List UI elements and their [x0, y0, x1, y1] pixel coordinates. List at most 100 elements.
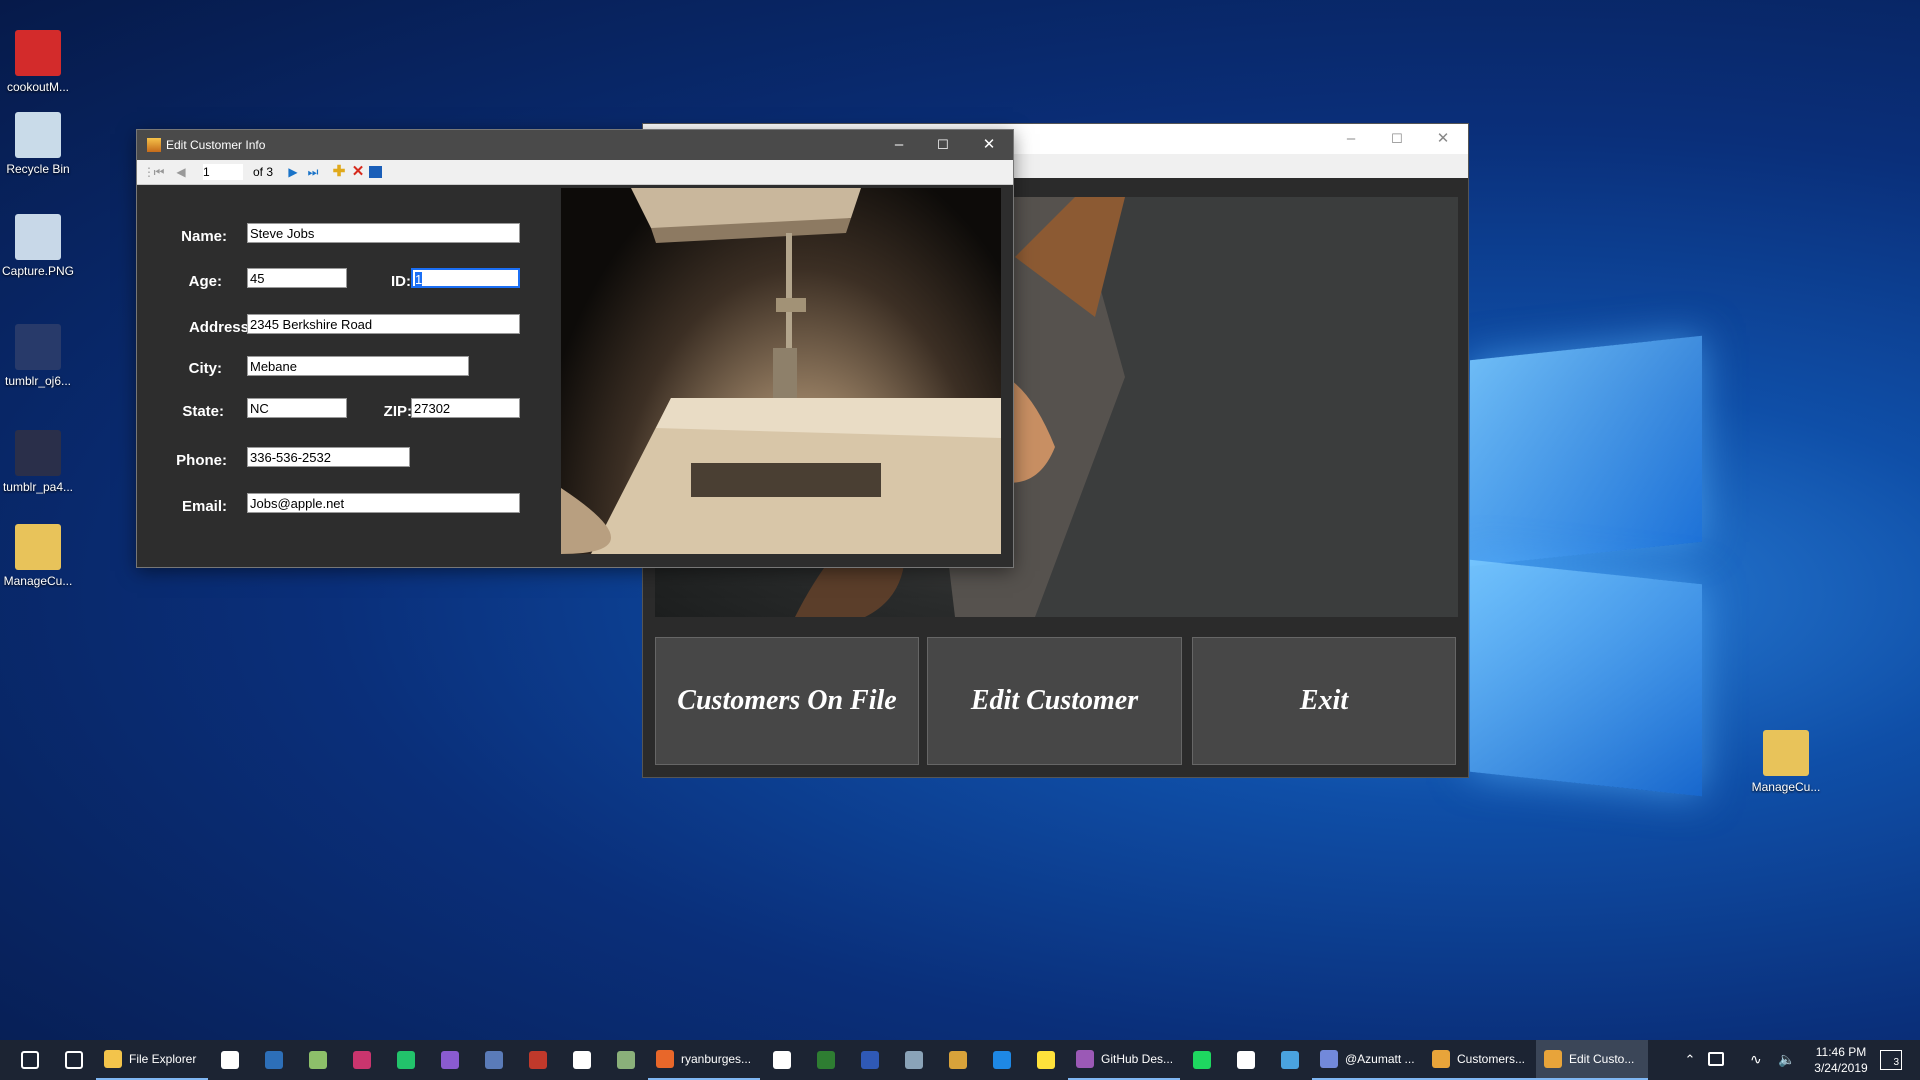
- taskbar-item[interactable]: Customers...: [1424, 1040, 1536, 1080]
- powershell-icon: [265, 1051, 283, 1069]
- taskbar-item[interactable]: [892, 1040, 936, 1080]
- taskbar-item[interactable]: [980, 1040, 1024, 1080]
- taskbar-item[interactable]: [848, 1040, 892, 1080]
- system-clock[interactable]: 11:46 PM 3/24/2019: [1806, 1044, 1876, 1076]
- desktop-icon[interactable]: ManageCu...: [1748, 730, 1824, 794]
- taskbar-item[interactable]: [804, 1040, 848, 1080]
- city-field[interactable]: Mebane: [247, 356, 469, 376]
- app-window-icon: [1544, 1050, 1562, 1068]
- taskbar-item[interactable]: [1180, 1040, 1224, 1080]
- desktop-icon[interactable]: Capture.PNG: [0, 214, 76, 278]
- desktop-icon[interactable]: tumblr_oj6...: [0, 324, 76, 388]
- taskbar-item[interactable]: [428, 1040, 472, 1080]
- age-field[interactable]: 45: [247, 268, 347, 288]
- taskbar-item-label: @Azumatt ...: [1345, 1052, 1415, 1066]
- sql-server-icon: [485, 1051, 503, 1069]
- taskbar-item[interactable]: [936, 1040, 980, 1080]
- taskbar-item[interactable]: [516, 1040, 560, 1080]
- taskbar-item[interactable]: Edit Custo...: [1536, 1040, 1648, 1080]
- spotify-icon: [1193, 1051, 1211, 1069]
- desktop-icon-label: ManageCu...: [1751, 780, 1821, 794]
- wifi-icon[interactable]: ∿: [1750, 1050, 1766, 1068]
- battery-icon[interactable]: [1708, 1052, 1724, 1066]
- taskbar-item[interactable]: [1268, 1040, 1312, 1080]
- move-last-icon[interactable]: ⏭: [305, 164, 321, 180]
- taskbar-item[interactable]: [8, 1040, 52, 1080]
- desktop-icon[interactable]: Recycle Bin: [0, 112, 76, 176]
- edit-customer-window[interactable]: Edit Customer Info – ☐ ✕ ⋮ ⏮ ◀ 1 of 3 ▶ …: [137, 130, 1013, 567]
- project-icon: [817, 1051, 835, 1069]
- move-next-icon[interactable]: ▶: [285, 164, 301, 180]
- github-desktop-icon: [1076, 1050, 1094, 1068]
- dosbox-icon: [949, 1051, 967, 1069]
- customers-on-file-button[interactable]: Customers On File: [655, 637, 919, 765]
- close-icon[interactable]: ✕: [1421, 128, 1465, 150]
- desktop-icon[interactable]: ManageCu...: [0, 524, 76, 588]
- maximize-icon[interactable]: ☐: [921, 134, 965, 156]
- state-label: State:: [182, 403, 224, 420]
- desktop-icon-label: Recycle Bin: [6, 162, 70, 176]
- email-field[interactable]: Jobs@apple.net: [247, 493, 520, 513]
- taskbar-item[interactable]: [1024, 1040, 1068, 1080]
- taskbar-item[interactable]: [52, 1040, 96, 1080]
- taskbar-item[interactable]: [208, 1040, 252, 1080]
- pycharm-icon: [397, 1051, 415, 1069]
- taskbar-item[interactable]: [340, 1040, 384, 1080]
- taskbar-item[interactable]: GitHub Des...: [1068, 1040, 1180, 1080]
- customer-photo: [561, 188, 1001, 554]
- taskbar-item[interactable]: [1224, 1040, 1268, 1080]
- taskbar-item-label: Customers...: [1457, 1052, 1526, 1066]
- taskbar-item[interactable]: [384, 1040, 428, 1080]
- id-field[interactable]: 1: [411, 268, 520, 288]
- video-file-icon: [15, 324, 61, 370]
- access-icon: [529, 1051, 547, 1069]
- notification-center-icon[interactable]: 3: [1880, 1050, 1902, 1070]
- name-field[interactable]: Steve Jobs: [247, 223, 520, 243]
- minimize-icon[interactable]: –: [1329, 128, 1373, 150]
- clock-date: 3/24/2019: [1814, 1061, 1868, 1075]
- window-title: Edit Customer Info: [166, 138, 266, 152]
- taskbar-item[interactable]: [560, 1040, 604, 1080]
- desktop-icon[interactable]: cookoutM...: [0, 30, 76, 94]
- move-first-icon[interactable]: ⏮: [151, 164, 167, 180]
- taskbar-item[interactable]: File Explorer: [96, 1040, 208, 1080]
- add-new-icon[interactable]: ✚: [331, 164, 347, 180]
- minimize-icon[interactable]: –: [877, 134, 921, 156]
- desktop-icon-label: Capture.PNG: [1, 264, 75, 278]
- address-label: Address:: [188, 319, 254, 336]
- taskbar-item[interactable]: [604, 1040, 648, 1080]
- maximize-icon[interactable]: ☐: [1375, 128, 1419, 150]
- taskbar: File Explorer ryanburges... GitHub Des... @…: [0, 1040, 1920, 1080]
- zip-folder-icon: [1763, 730, 1809, 776]
- position-input[interactable]: 1: [203, 164, 243, 180]
- save-icon[interactable]: [369, 166, 382, 178]
- calculator-icon: [773, 1051, 791, 1069]
- task-view-icon: [65, 1051, 83, 1069]
- visual-studio-icon: [441, 1051, 459, 1069]
- taskbar-item[interactable]: ryanburges...: [648, 1040, 760, 1080]
- clock-time: 11:46 PM: [1815, 1045, 1867, 1059]
- address-field[interactable]: 2345 Berkshire Road: [247, 314, 520, 334]
- taskbar-item[interactable]: [472, 1040, 516, 1080]
- edit-window-titlebar[interactable]: Edit Customer Info – ☐ ✕: [137, 130, 1013, 160]
- edit-customer-button[interactable]: Edit Customer: [927, 637, 1182, 765]
- taskbar-item-label: ryanburges...: [681, 1052, 752, 1066]
- zip-field[interactable]: 27302: [411, 398, 520, 418]
- desktop-icon-label: ManageCu...: [3, 574, 73, 588]
- taskbar-item[interactable]: [252, 1040, 296, 1080]
- desktop-icon[interactable]: tumblr_pa4...: [0, 430, 76, 494]
- phone-field[interactable]: 336-536-2532: [247, 447, 410, 467]
- taskbar-item[interactable]: @Azumatt ...: [1312, 1040, 1424, 1080]
- app-window-icon: [147, 138, 161, 152]
- taskbar-item[interactable]: [296, 1040, 340, 1080]
- desktop-icon-label: cookoutM...: [6, 80, 70, 94]
- move-previous-icon[interactable]: ◀: [173, 164, 189, 180]
- delete-icon[interactable]: ✕: [350, 164, 366, 180]
- exit-button[interactable]: Exit: [1192, 637, 1456, 765]
- close-icon[interactable]: ✕: [967, 134, 1011, 156]
- state-field[interactable]: NC: [247, 398, 347, 418]
- taskbar-item[interactable]: [760, 1040, 804, 1080]
- show-hidden-icons-icon[interactable]: ⌃: [1680, 1040, 1700, 1080]
- volume-icon[interactable]: 🔈: [1778, 1050, 1796, 1068]
- windows-start-icon: [21, 1051, 39, 1069]
